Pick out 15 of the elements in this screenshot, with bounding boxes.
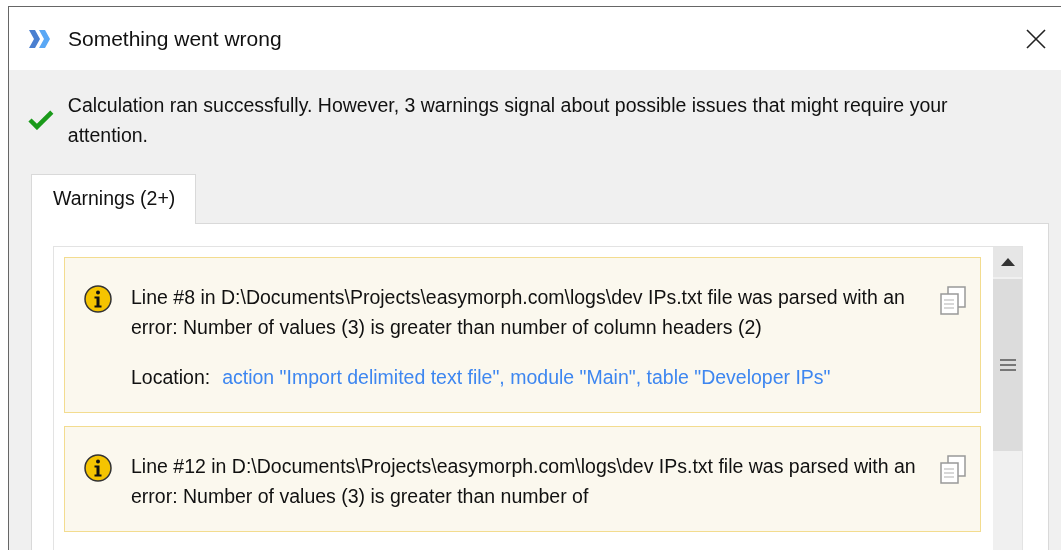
copy-icon[interactable] [939, 455, 967, 485]
scroll-up-icon[interactable] [993, 247, 1022, 277]
copy-icon[interactable] [939, 286, 967, 316]
tab[interactable]: Warnings (2+) [31, 174, 197, 224]
window-title: Something went wrong [68, 26, 282, 51]
warning-text: Line #12 in D:\Documents\Projects\easymorph.com\logs\dev IPs.txt file was parsed with an error: Number of values (3) is greater than number of [131, 454, 917, 509]
checkmark-icon [28, 110, 54, 130]
info-icon [83, 453, 113, 483]
status-message: Calculation ran successfully. However, 3 warnings signal about possible issues that might require your attention. [67, 93, 949, 148]
scrollbar[interactable] [993, 247, 1022, 550]
scroll-thumb[interactable] [993, 279, 1022, 451]
warning-text: Line #8 in D:\Documents\Projects\easymorph.com\logs\dev IPs.txt file was parsed with an error: Number of values (3) is greater than number of column headers (2) [131, 285, 906, 340]
location-label: Location: [131, 365, 211, 389]
app-logo-icon [28, 27, 52, 50]
info-icon [83, 284, 113, 314]
